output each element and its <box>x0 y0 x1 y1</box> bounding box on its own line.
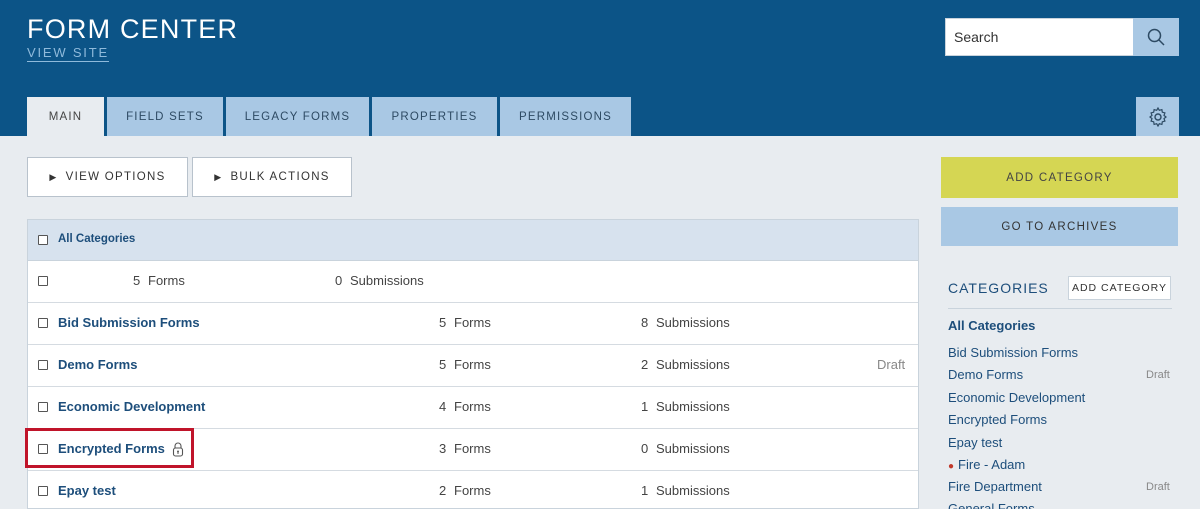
submissions-count: 0 <box>335 273 343 288</box>
forms-count: 5 <box>439 357 447 372</box>
search-input[interactable] <box>945 18 1134 56</box>
tab-properties[interactable]: PROPERTIES <box>372 97 497 136</box>
header: FORM CENTER VIEW SITE MAIN FIELD SETS LE… <box>0 0 1200 136</box>
row-checkbox[interactable] <box>38 276 48 286</box>
gear-icon <box>1148 106 1167 127</box>
draft-badge: Draft <box>1146 481 1170 493</box>
table-row[interactable]: Economic Development 4 Forms 1 Submissio… <box>28 387 918 429</box>
submissions-label: Submissions <box>656 441 730 456</box>
divider <box>948 308 1172 309</box>
sidebar-item-general-forms[interactable]: General Forms <box>948 501 1035 509</box>
row-checkbox[interactable] <box>38 402 48 412</box>
tab-permissions[interactable]: PERMISSIONS <box>500 97 631 136</box>
category-name-link[interactable]: Epay test <box>58 483 116 498</box>
highlight-box <box>25 428 194 468</box>
forms-count: 5 <box>439 315 447 330</box>
forms-label: Forms <box>148 273 185 288</box>
submissions-count: 2 <box>641 357 649 372</box>
sidebar-item-fire-department[interactable]: Fire Department <box>948 479 1042 494</box>
submissions-count: 1 <box>641 483 649 498</box>
summary-row: 5 Forms 0 Submissions <box>28 261 918 303</box>
forms-label: Forms <box>454 399 491 414</box>
bullet-icon: ● <box>948 461 955 472</box>
forms-label: Forms <box>454 441 491 456</box>
sidebar-item-epay-test[interactable]: Epay test <box>948 435 1002 450</box>
view-options-button[interactable]: ▶ VIEW OPTIONS <box>27 157 188 197</box>
tab-legacy-forms[interactable]: LEGACY FORMS <box>226 97 369 136</box>
table-row[interactable]: Demo Forms 5 Forms 2 Submissions Draft <box>28 345 918 387</box>
add-category-button[interactable]: ADD CATEGORY <box>941 157 1178 198</box>
table-header: All Categories <box>28 220 918 261</box>
draft-badge: Draft <box>1146 369 1170 381</box>
tab-main[interactable]: MAIN <box>27 97 104 136</box>
search-button[interactable] <box>1133 18 1179 56</box>
go-to-archives-button[interactable]: GO TO ARCHIVES <box>941 207 1178 246</box>
submissions-count: 1 <box>641 399 649 414</box>
sidebar-item-label: Fire - Adam <box>958 457 1026 472</box>
forms-count: 3 <box>439 441 447 456</box>
bulk-actions-button[interactable]: ▶ BULK ACTIONS <box>192 157 352 197</box>
app-title: FORM CENTER <box>27 14 239 44</box>
view-site-link[interactable]: VIEW SITE <box>27 45 109 62</box>
sidebar-item-all-categories[interactable]: All Categories <box>948 318 1035 333</box>
submissions-label: Submissions <box>656 483 730 498</box>
sidebar-item-fire-adam[interactable]: ● Fire - Adam <box>948 457 1025 472</box>
row-checkbox[interactable] <box>38 486 48 496</box>
sidebar-item-demo-forms[interactable]: Demo Forms <box>948 367 1023 382</box>
settings-button[interactable] <box>1136 97 1179 136</box>
sidebar-item-encrypted-forms[interactable]: Encrypted Forms <box>948 412 1047 427</box>
search-icon <box>1147 28 1165 46</box>
submissions-label: Submissions <box>656 357 730 372</box>
submissions-label: Submissions <box>656 399 730 414</box>
tab-field-sets[interactable]: FIELD SETS <box>107 97 223 136</box>
row-checkbox[interactable] <box>38 318 48 328</box>
categories-add-button[interactable]: ADD CATEGORY <box>1068 276 1171 300</box>
submissions-label: Submissions <box>350 273 424 288</box>
select-all-checkbox[interactable] <box>38 235 48 245</box>
category-name-link[interactable]: Bid Submission Forms <box>58 315 200 330</box>
sidebar-item-economic-development[interactable]: Economic Development <box>948 390 1085 405</box>
forms-label: Forms <box>454 357 491 372</box>
draft-badge: Draft <box>877 357 906 372</box>
table-row[interactable]: Bid Submission Forms 5 Forms 8 Submissio… <box>28 303 918 345</box>
row-checkbox[interactable] <box>38 360 48 370</box>
forms-count: 4 <box>439 399 447 414</box>
view-options-label: VIEW OPTIONS <box>65 171 166 183</box>
categories-heading: CATEGORIES <box>948 280 1049 296</box>
forms-label: Forms <box>454 483 491 498</box>
forms-count: 5 <box>133 273 141 288</box>
submissions-count: 8 <box>641 315 649 330</box>
sidebar-item-bid-submission-forms[interactable]: Bid Submission Forms <box>948 345 1078 360</box>
all-categories-header[interactable]: All Categories <box>58 233 135 245</box>
bulk-actions-label: BULK ACTIONS <box>230 171 330 183</box>
forms-count: 2 <box>439 483 447 498</box>
triangle-right-icon: ▶ <box>214 171 223 182</box>
submissions-label: Submissions <box>656 315 730 330</box>
forms-label: Forms <box>454 315 491 330</box>
submissions-count: 0 <box>641 441 649 456</box>
table-row[interactable]: Epay test 2 Forms 1 Submissions <box>28 471 918 508</box>
triangle-right-icon: ▶ <box>49 171 58 182</box>
category-name-link[interactable]: Economic Development <box>58 399 205 414</box>
category-name-link[interactable]: Demo Forms <box>58 357 137 372</box>
